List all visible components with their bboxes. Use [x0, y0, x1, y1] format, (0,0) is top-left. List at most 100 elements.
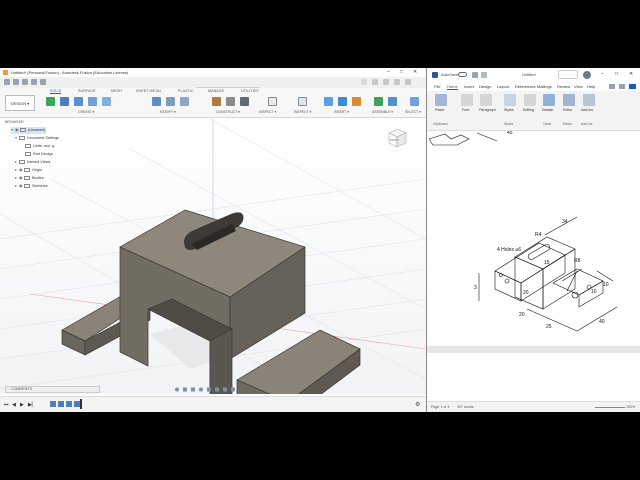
editing-button-label[interactable]: Editing [523, 108, 534, 112]
insert-image-icon[interactable] [338, 97, 347, 106]
tab-layout[interactable]: Layout [497, 84, 509, 89]
interference-icon[interactable] [298, 97, 307, 106]
zoom-level[interactable]: 100% [626, 405, 635, 409]
file-icon[interactable] [13, 79, 19, 85]
tab-mailings[interactable]: Mailings [537, 84, 552, 89]
help-icon[interactable] [405, 79, 411, 85]
fit-icon[interactable] [207, 387, 211, 392]
redo-icon[interactable] [40, 79, 46, 85]
close-button[interactable]: ✕ [629, 71, 633, 77]
tab-file[interactable]: File [434, 84, 440, 89]
tab-sheet-metal[interactable]: SHEET METAL [136, 89, 162, 93]
as-built-joint-icon[interactable] [388, 97, 397, 106]
browser-item-sketches[interactable]: ▸ ◉ Sketches [15, 183, 48, 190]
zoom-slider[interactable] [595, 407, 625, 408]
browser-item-origin[interactable]: ▸ ◉ Origin [15, 167, 42, 174]
offset-plane-icon[interactable] [212, 97, 221, 106]
tab-mesh[interactable]: MESH [111, 89, 122, 93]
viewports-icon[interactable] [231, 387, 235, 392]
timeline-back-button[interactable]: ◀ [12, 402, 16, 408]
group-construct[interactable]: CONSTRUCT ▾ [216, 110, 240, 114]
pan-icon[interactable] [191, 387, 195, 392]
tab-view[interactable]: View [574, 84, 583, 89]
font-button-label[interactable]: Font [462, 108, 469, 112]
tab-insert[interactable]: Insert [464, 84, 474, 89]
shell-icon[interactable] [180, 97, 189, 106]
minimize-button[interactable]: – [387, 68, 390, 77]
display-settings-icon[interactable] [215, 387, 219, 392]
browser-item-units[interactable]: Units: mm, g [25, 143, 54, 150]
zoom-icon[interactable] [199, 387, 203, 392]
add-ins-button-label[interactable]: Add-ins [581, 108, 593, 112]
add-ins-icon[interactable] [583, 94, 595, 106]
new-sketch-icon[interactable] [46, 97, 55, 106]
insert-derive-icon[interactable] [324, 97, 333, 106]
notifications-icon[interactable] [394, 79, 400, 85]
extrude-feature-icon-2[interactable] [66, 401, 72, 407]
save-icon[interactable] [472, 72, 478, 78]
styles-icon[interactable] [504, 94, 516, 106]
editing-mode-icon[interactable] [619, 84, 625, 89]
paste-button-label[interactable]: Paste [435, 108, 444, 112]
group-construct-2[interactable]: INSPECT ▾ [259, 110, 276, 114]
pattern-icon[interactable] [102, 97, 111, 106]
font-icon[interactable] [461, 94, 473, 106]
press-pull-icon[interactable] [152, 97, 161, 106]
microphone-icon[interactable] [543, 94, 555, 106]
autosave-toggle[interactable] [458, 72, 467, 77]
search-box[interactable] [558, 70, 578, 79]
undo-icon[interactable] [481, 72, 487, 78]
timeline-start-button[interactable]: ⏮ [4, 402, 9, 408]
document-name[interactable]: Untitled [522, 72, 536, 77]
page-count[interactable]: Page 1 of 3 [431, 405, 449, 409]
look-at-icon[interactable] [183, 387, 187, 392]
maximize-button[interactable]: □ [615, 71, 618, 77]
tab-home[interactable]: Home [447, 84, 458, 90]
tab-help[interactable]: Help [587, 84, 595, 89]
viewcube[interactable]: FRONT [385, 126, 409, 150]
document-page[interactable]: 4 Holes ⌀6 R4 34 15 R8 10 10 20 25 40 20… [427, 131, 640, 346]
comment-icon[interactable] [609, 84, 615, 89]
insert-mesh-icon[interactable] [352, 97, 361, 106]
tab-references[interactable]: References [515, 84, 535, 89]
tab-surface[interactable]: SURFACE [78, 89, 96, 93]
browser-item-root[interactable]: ▾ ◉ (Unsaved) [11, 127, 46, 134]
select-icon[interactable] [410, 97, 419, 106]
editor-button-label[interactable]: Editor [563, 108, 572, 112]
revolve-icon[interactable] [74, 97, 83, 106]
undo-icon[interactable] [31, 79, 37, 85]
minimize-button[interactable]: – [601, 71, 604, 77]
comments-panel[interactable]: COMMENTS [5, 386, 100, 393]
grid-settings-icon[interactable] [223, 387, 227, 392]
grid-icon[interactable] [4, 79, 10, 85]
tab-utilities[interactable]: UTILITIES [241, 89, 259, 93]
paragraph-button-label[interactable]: Paragraph [479, 108, 496, 112]
extrude-feature-icon[interactable] [58, 401, 64, 407]
sketch-feature-icon[interactable] [50, 401, 56, 407]
document-area[interactable]: 4 Holes ⌀6 R4 34 15 R8 10 10 20 25 40 20… [427, 131, 640, 401]
browser-item-named-views[interactable]: ▸ Named Views [15, 159, 50, 166]
editing-icon[interactable] [524, 94, 536, 106]
group-assemble[interactable]: ASSEMBLE ▾ [372, 110, 393, 114]
joint-icon[interactable] [374, 97, 383, 106]
close-button[interactable]: ✕ [413, 68, 417, 77]
editor-icon[interactable] [563, 94, 575, 106]
styles-button-label[interactable]: Styles [504, 108, 514, 112]
extensions-icon[interactable] [372, 79, 378, 85]
tab-solid[interactable]: SOLID [50, 89, 62, 94]
word-count[interactable]: 407 words [457, 405, 474, 409]
timeline-marker[interactable] [80, 399, 82, 409]
group-inspect[interactable]: INSPECT ▾ [294, 110, 311, 114]
maximize-button[interactable]: □ [400, 68, 403, 77]
group-create[interactable]: CREATE ▾ [78, 110, 94, 114]
paste-icon[interactable] [435, 94, 447, 106]
browser-item-document-settings[interactable]: ▾ Document Settings [15, 135, 59, 142]
axis-icon[interactable] [240, 97, 249, 106]
job-status-icon[interactable] [383, 79, 389, 85]
document-page-2[interactable] [427, 353, 640, 401]
measure-icon[interactable] [268, 97, 277, 106]
tab-review[interactable]: Review [557, 84, 570, 89]
save-icon[interactable] [22, 79, 28, 85]
share-icon[interactable] [629, 84, 636, 89]
orbit-icon[interactable] [175, 387, 179, 392]
